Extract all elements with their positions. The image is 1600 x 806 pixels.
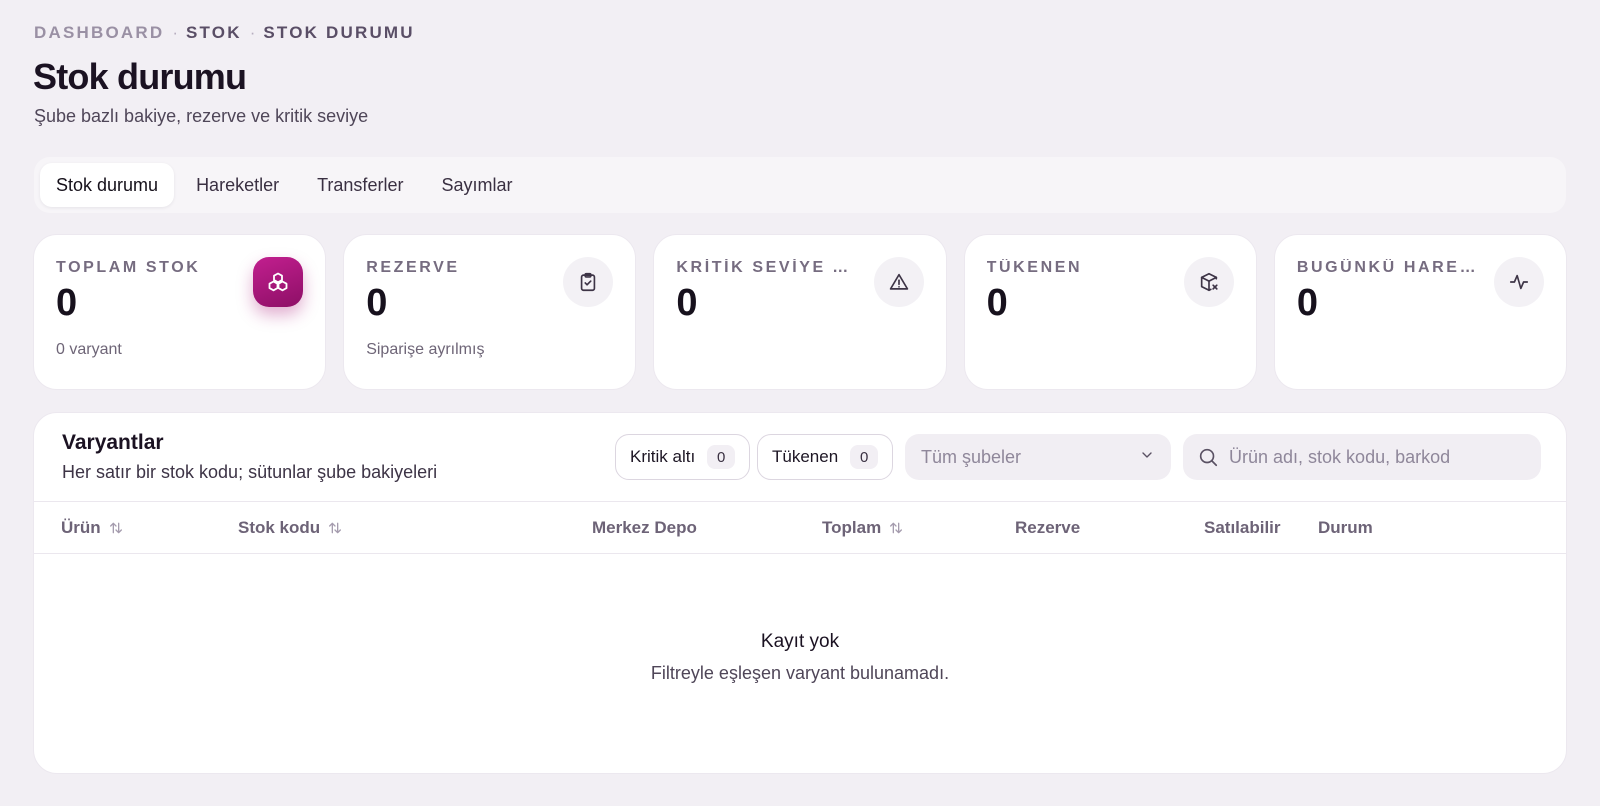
stat-card-label: TOPLAM STOK — [56, 259, 201, 276]
search-field[interactable] — [1183, 434, 1541, 480]
package-x-icon — [1183, 257, 1234, 307]
search-icon — [1197, 446, 1219, 468]
filter-chip-label: Kritik altı — [630, 447, 696, 466]
filter-chip-kritik-alti[interactable]: Kritik altı 0 — [615, 434, 751, 480]
search-input[interactable] — [1229, 446, 1519, 468]
column-header-merkez-depo: Merkez Depo — [592, 502, 697, 553]
filter-chip-count: 0 — [707, 445, 736, 469]
breadcrumb-separator: · — [249, 23, 256, 42]
column-header-label: Ürün — [61, 517, 101, 537]
tab-bar: Stok durumu Hareketler Transferler Sayım… — [34, 157, 1566, 213]
column-header-label: Durum — [1318, 517, 1373, 537]
column-header-toplam[interactable]: Toplam — [822, 502, 904, 553]
page-title: Stok durumu — [33, 56, 247, 97]
column-header-label: Rezerve — [1015, 517, 1081, 537]
stat-card-rezerve: REZERVE 0 Siparişe ayrılmış — [343, 234, 637, 390]
empty-state-title: Kayıt yok — [760, 631, 840, 652]
panel-title: Varyantlar — [62, 431, 164, 454]
breadcrumb-separator: · — [172, 23, 178, 42]
column-header-durum: Durum — [1318, 502, 1373, 553]
panel-description: Her satır bir stok kodu; sütunlar şube b… — [62, 462, 438, 482]
column-header-label: Stok kodu — [238, 517, 321, 537]
tab-stok-durumu[interactable]: Stok durumu — [40, 163, 175, 207]
stat-card-label: BUGÜNKÜ HARE… — [1296, 259, 1479, 276]
branch-select-value: Tüm şubeler — [921, 446, 1022, 467]
sort-icon — [108, 520, 124, 536]
boxes-icon — [253, 257, 304, 307]
stat-card-label: KRİTİK SEVİYE A… — [676, 259, 862, 276]
stat-card-toplam-stok: TOPLAM STOK 0 0 varyant — [33, 234, 327, 390]
filter-chip-count: 0 — [850, 445, 879, 469]
filter-chip-label: Tükenen — [772, 447, 839, 466]
sort-icon — [327, 520, 343, 536]
column-header-label: Merkez Depo — [592, 517, 697, 537]
breadcrumb-item-current: STOK DURUMU — [263, 23, 415, 42]
column-header-stok-kodu[interactable]: Stok kodu — [238, 502, 343, 553]
variants-panel: Varyantlar Her satır bir stok kodu; sütu… — [33, 412, 1567, 774]
tab-hareketler[interactable]: Hareketler — [180, 163, 295, 207]
table-header: Ürün Stok kodu Merkez Depo Toplam Rezerv… — [34, 501, 1566, 554]
breadcrumb: DASHBOARD · STOK · STOK DURUMU — [34, 23, 415, 43]
stat-card-bugunku-hareket: BUGÜNKÜ HARE… 0 — [1273, 234, 1568, 390]
chevron-down-icon — [1139, 447, 1155, 468]
stat-card-subtext: Siparişe ayrılmış — [366, 340, 485, 358]
stat-card-kritik-seviye: KRİTİK SEVİYE A… 0 — [653, 234, 947, 390]
tab-sayimlar[interactable]: Sayımlar — [425, 163, 528, 207]
column-header-rezerve: Rezerve — [1015, 502, 1080, 553]
column-header-urun[interactable]: Ürün — [61, 502, 124, 553]
stat-card-label: TÜKENEN — [986, 259, 1083, 276]
column-header-label: Toplam — [822, 517, 882, 537]
tab-transferler[interactable]: Transferler — [301, 163, 419, 207]
sort-icon — [888, 520, 904, 536]
activity-icon — [1494, 257, 1545, 307]
column-header-label: Satılabilir — [1204, 517, 1281, 537]
stat-card-label: REZERVE — [366, 259, 460, 276]
column-header-satilabilir: Satılabilir — [1204, 502, 1281, 553]
page-subtitle: Şube bazlı bakiye, rezerve ve kritik sev… — [34, 106, 369, 126]
stat-cards: TOPLAM STOK 0 0 varyant REZERVE 0 Sipari… — [33, 234, 1568, 390]
filter-chip-tukenen[interactable]: Tükenen 0 — [757, 434, 894, 480]
breadcrumb-item-dashboard[interactable]: DASHBOARD — [34, 23, 164, 43]
branch-select[interactable]: Tüm şubeler — [905, 434, 1171, 480]
stat-card-tukenen: TÜKENEN 0 — [963, 234, 1257, 390]
stat-card-subtext: 0 varyant — [56, 340, 122, 358]
breadcrumb-item-stok[interactable]: STOK — [186, 23, 242, 43]
warning-icon — [873, 257, 924, 307]
empty-state-description: Filtreyle eşleşen varyant bulunamadı. — [650, 663, 950, 683]
